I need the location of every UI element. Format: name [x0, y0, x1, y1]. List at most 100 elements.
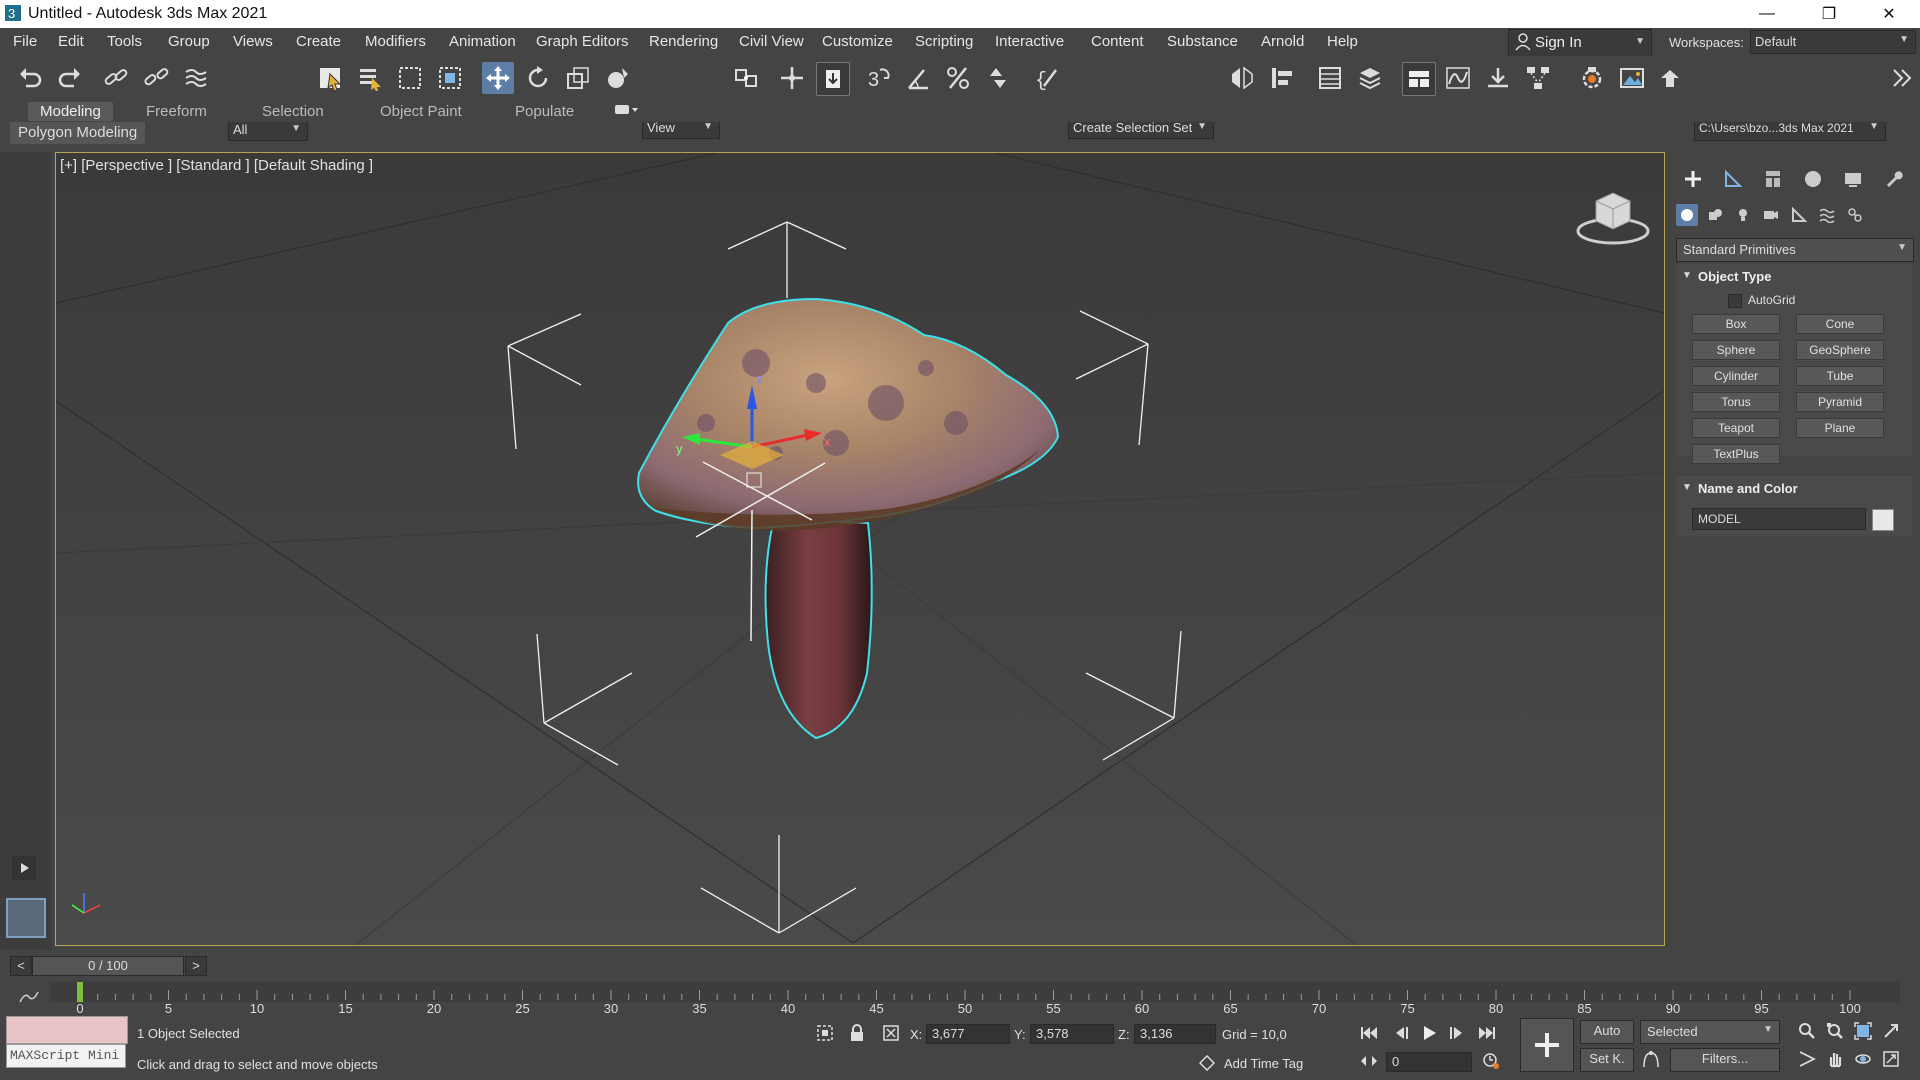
menu-edit[interactable]: Edit [58, 33, 84, 50]
maximize-viewport-icon[interactable] [1880, 1048, 1902, 1070]
rendered-frame-window-icon[interactable] [1616, 62, 1648, 94]
maxscript-listener-output[interactable] [6, 1016, 128, 1044]
maxscript-mini-input[interactable]: MAXScript Mini [6, 1044, 126, 1068]
spinner-snap-icon[interactable] [982, 62, 1014, 94]
utilities-tab-icon[interactable] [1882, 168, 1904, 190]
object-name-input[interactable]: MODEL [1692, 508, 1866, 530]
viewcube-icon[interactable] [1574, 185, 1652, 247]
cameras-category-icon[interactable] [1760, 204, 1782, 226]
time-tag-icon[interactable] [1196, 1052, 1218, 1074]
angle-snap-icon[interactable] [902, 62, 934, 94]
select-and-move-icon[interactable] [482, 62, 514, 94]
edit-named-selection-icon[interactable]: { [1030, 62, 1062, 94]
time-slider-prev-button[interactable]: < [10, 956, 32, 976]
key-filters-button[interactable]: Filters... [1670, 1048, 1780, 1072]
auto-key-button[interactable]: Auto [1580, 1020, 1634, 1044]
add-time-tag-button[interactable]: Add Time Tag [1224, 1056, 1303, 1071]
select-and-scale-icon[interactable] [562, 62, 594, 94]
menu-scripting[interactable]: Scripting [915, 33, 973, 50]
menu-animation[interactable]: Animation [449, 33, 516, 50]
restore-button[interactable]: ❐ [1800, 0, 1858, 28]
pan-view-icon[interactable] [1824, 1048, 1846, 1070]
go-to-start-icon[interactable] [1358, 1022, 1380, 1044]
select-object-icon[interactable] [314, 62, 346, 94]
set-key-icon[interactable] [1520, 1018, 1574, 1072]
track-bar[interactable]: 0 5 10 15 20 25 30 35 40 45 50 55 60 65 70 75 80 85 90 95 10… [10, 978, 1910, 1016]
pivot-center-icon[interactable] [730, 62, 762, 94]
modify-tab-icon[interactable] [1722, 168, 1744, 190]
systems-category-icon[interactable] [1844, 204, 1866, 226]
menu-create[interactable]: Create [296, 33, 341, 50]
previous-frame-icon[interactable] [1390, 1022, 1412, 1044]
play-icon[interactable] [1418, 1022, 1440, 1044]
torus-button[interactable]: Torus [1692, 392, 1780, 412]
sign-in-dropdown[interactable]: Sign In ▼ [1508, 29, 1652, 57]
geosphere-button[interactable]: GeoSphere [1796, 340, 1884, 360]
menu-civil-view[interactable]: Civil View [739, 33, 804, 50]
motion-tab-icon[interactable] [1802, 168, 1824, 190]
absolute-mode-icon[interactable] [880, 1022, 902, 1044]
set-key-button[interactable]: Set K. [1580, 1048, 1634, 1072]
undo-button[interactable] [14, 62, 46, 94]
menu-content[interactable]: Content [1091, 33, 1144, 50]
menu-tools[interactable]: Tools [107, 33, 142, 50]
object-category-dropdown[interactable]: Standard Primitives ▼ [1676, 238, 1914, 262]
render-setup-icon[interactable] [1576, 62, 1608, 94]
object-color-swatch[interactable] [1872, 509, 1894, 531]
redo-button[interactable] [54, 62, 86, 94]
go-to-end-icon[interactable] [1476, 1022, 1498, 1044]
display-tab-icon[interactable] [1842, 168, 1864, 190]
menu-interactive[interactable]: Interactive [995, 33, 1064, 50]
textplus-button[interactable]: TextPlus [1692, 444, 1780, 464]
menu-help[interactable]: Help [1327, 33, 1358, 50]
menu-modifiers[interactable]: Modifiers [365, 33, 426, 50]
name-and-color-title[interactable]: Name and Color [1698, 481, 1798, 496]
key-mode-toggle-icon[interactable] [1358, 1050, 1380, 1072]
create-tab-icon[interactable] [1682, 168, 1704, 190]
menu-group[interactable]: Group [168, 33, 210, 50]
time-slider-thumb[interactable]: 0 / 100 [32, 956, 184, 976]
default-in-out-tangents-icon[interactable] [1640, 1048, 1662, 1070]
collapse-arrow-icon[interactable]: ▼ [1682, 482, 1692, 493]
ribbon-toggle-icon[interactable] [1402, 62, 1436, 96]
bind-space-warp-icon[interactable] [180, 62, 212, 94]
object-type-title[interactable]: Object Type [1698, 269, 1771, 284]
viewport-layout-icon[interactable] [6, 898, 46, 938]
zoom-icon[interactable] [1796, 1020, 1818, 1042]
collapse-arrow-icon[interactable]: ▼ [1682, 270, 1692, 281]
play-expand-icon[interactable] [12, 856, 36, 880]
zoom-extents-icon[interactable] [1852, 1020, 1874, 1042]
hierarchy-tab-icon[interactable] [1762, 168, 1784, 190]
select-by-name-icon[interactable] [354, 62, 386, 94]
mirror-icon[interactable] [1226, 62, 1258, 94]
cylinder-button[interactable]: Cylinder [1692, 366, 1780, 386]
minimize-button[interactable]: — [1738, 0, 1796, 28]
dope-sheet-icon[interactable] [1482, 62, 1514, 94]
autogrid-checkbox[interactable] [1728, 294, 1742, 308]
unlink-icon[interactable] [140, 62, 172, 94]
select-and-rotate-icon[interactable] [522, 62, 554, 94]
x-coordinate-input[interactable]: 3,677 [926, 1024, 1010, 1044]
percent-snap-icon[interactable] [942, 62, 974, 94]
schematic-view-icon[interactable] [1522, 62, 1554, 94]
ribbon-options-icon[interactable] [614, 103, 640, 122]
z-coordinate-input[interactable]: 3,136 [1134, 1024, 1216, 1044]
menu-customize[interactable]: Customize [822, 33, 893, 50]
box-button[interactable]: Box [1692, 314, 1780, 334]
plane-button[interactable]: Plane [1796, 418, 1884, 438]
ribbon-tab-object-paint[interactable]: Object Paint [368, 102, 474, 121]
tube-button[interactable]: Tube [1796, 366, 1884, 386]
pyramid-button[interactable]: Pyramid [1796, 392, 1884, 412]
time-slider[interactable]: < 0 / 100 > [10, 954, 207, 976]
scene-explorer-icon[interactable] [1314, 62, 1346, 94]
ribbon-tab-modeling[interactable]: Modeling [28, 102, 113, 121]
perspective-viewport[interactable]: z x y [+] [Perspective ] [Standard ] [De… [55, 152, 1665, 946]
keyboard-shortcut-override-icon[interactable] [816, 62, 850, 96]
time-configuration-icon[interactable] [1480, 1050, 1502, 1072]
snaps-toggle-icon[interactable]: 3 [862, 62, 894, 94]
helpers-category-icon[interactable] [1788, 204, 1810, 226]
zoom-extents-all-icon[interactable] [1880, 1020, 1902, 1042]
time-slider-next-button[interactable]: > [185, 956, 207, 976]
align-icon[interactable] [1266, 62, 1298, 94]
next-frame-icon[interactable] [1446, 1022, 1468, 1044]
